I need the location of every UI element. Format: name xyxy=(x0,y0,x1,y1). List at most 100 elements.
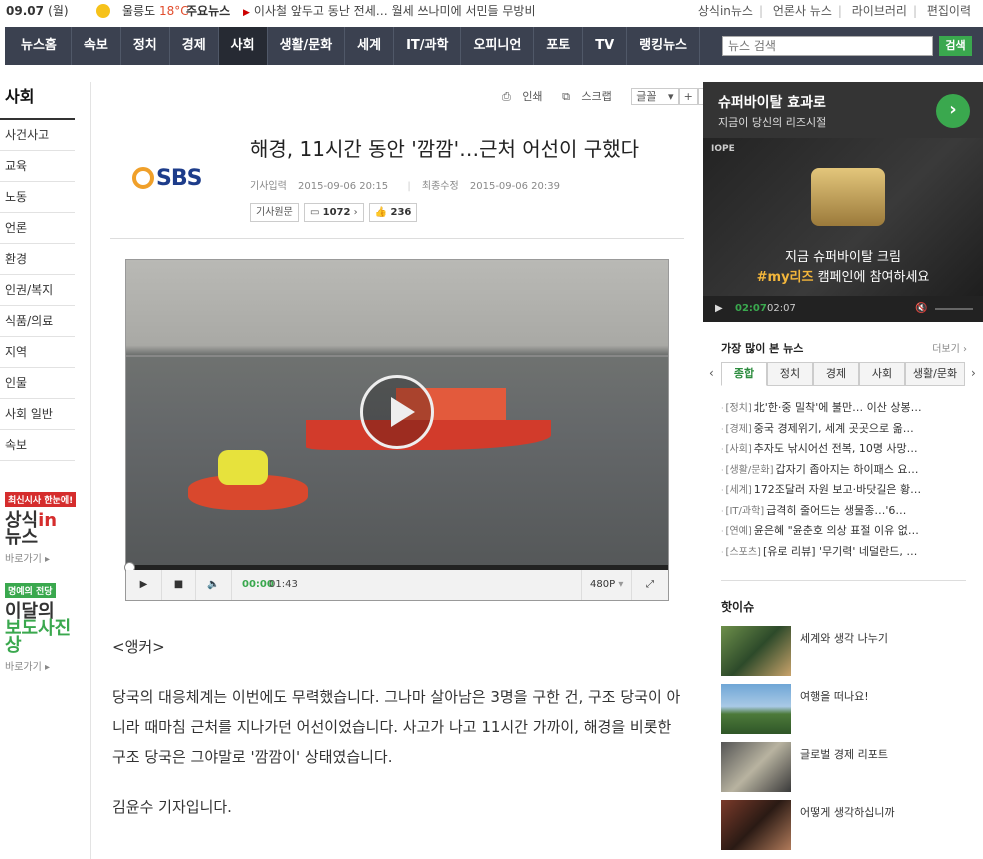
horizon xyxy=(126,355,668,357)
ad-mute-icon[interactable]: 🔇 xyxy=(915,296,927,322)
left-item-human-rights[interactable]: 인권/복지 xyxy=(0,275,75,306)
nav-economy[interactable]: 경제 xyxy=(170,27,219,65)
scrap-button[interactable]: ⧉ 스크랩 xyxy=(562,90,620,103)
list-item[interactable]: · [사회] 추자도 낚시어선 전복, 10명 사망… xyxy=(703,439,983,460)
right-column: 슈퍼바이탈 효과로 지금이 당신의 리즈시절 › IOPE 지금 슈퍼바이탈 크… xyxy=(703,82,983,850)
ad-current-time: 02:07 xyxy=(735,303,767,314)
left-item-press[interactable]: 언론 xyxy=(0,213,75,244)
hot-issue-item[interactable]: 여행을 떠나요! xyxy=(721,684,981,734)
play-overlay-icon[interactable] xyxy=(360,375,434,449)
duration: 01:43 xyxy=(269,579,298,590)
top-bar: 09.07 (월) 울릉도 18°C 주요뉴스 ▶ 이사철 앞두고 동난 전세… … xyxy=(0,0,983,22)
tab-all[interactable]: 종합 xyxy=(721,362,767,386)
left-item-labor[interactable]: 노동 xyxy=(0,182,75,213)
tab-life-culture[interactable]: 생활/문화 xyxy=(905,362,965,386)
search-input[interactable] xyxy=(722,36,933,56)
divider xyxy=(90,82,91,859)
list-item[interactable]: · [IT/과학] 급격히 줄어드는 생물종…'6… xyxy=(703,501,983,522)
nav-world[interactable]: 세계 xyxy=(345,27,395,65)
ad-play-icon[interactable]: ▶ xyxy=(715,296,723,322)
left-item-food-medical[interactable]: 식품/의료 xyxy=(0,306,75,337)
weather-info[interactable]: 울릉도 18°C xyxy=(122,0,189,22)
volume-icon[interactable]: 🔈 xyxy=(196,570,232,600)
nav-it-science[interactable]: IT/과학 xyxy=(394,27,462,65)
quality-select[interactable]: 480P ▾ xyxy=(581,570,631,600)
video-player[interactable]: ▶ ■ 🔈 00:00 01:43 480P ▾ ⤢ xyxy=(124,259,669,601)
nav-tv[interactable]: TV xyxy=(583,27,628,65)
comment-button[interactable]: ▭ 1072 › xyxy=(304,203,364,222)
play-icon[interactable]: ▶ xyxy=(126,570,162,600)
left-item-incidents[interactable]: 사건사고 xyxy=(0,120,75,151)
left-item-education[interactable]: 교육 xyxy=(0,151,75,182)
most-viewed-more[interactable]: 더보기 › xyxy=(932,340,967,355)
sun-icon xyxy=(96,4,110,18)
hot-issue-thumbnail xyxy=(721,626,791,676)
left-promo: 최신시사 한눈에! 상식in 뉴스 바로가기 ▸ 명예의 전당 이달의 보도사진상 … xyxy=(5,488,85,673)
article-meta: 기사입력 2015-09-06 20:15 | 최종수정 2015-09-06 … xyxy=(250,181,560,192)
life-raft xyxy=(188,445,308,520)
most-viewed-tabs: ‹ 종합 정치 경제 사회 생활/문화 › xyxy=(703,362,983,386)
news-ticker[interactable]: ▶ 이사철 앞두고 동난 전세… 월세 쓰나미에 서민들 무방비 xyxy=(243,0,536,24)
ad-total-time: 02:07 xyxy=(767,303,796,314)
ad-volume-slider[interactable] xyxy=(935,308,973,310)
hot-issue-item[interactable]: 어떻게 생각하십니까 xyxy=(721,800,981,850)
list-item[interactable]: · [스포츠] [유로 리뷰] '무기력' 네덜란드, … xyxy=(703,542,983,563)
nav-ranking[interactable]: 랭킹뉴스 xyxy=(627,27,701,65)
article-tools: ⎙ 인쇄 ⧉ 스크랩 글꼴 ▾+- xyxy=(502,88,712,105)
font-button[interactable]: 글꼴 ▾ xyxy=(631,88,679,105)
chevron-right-icon[interactable]: › xyxy=(936,94,970,128)
right-divider xyxy=(721,580,966,581)
left-item-society-general[interactable]: 사회 일반 xyxy=(0,399,75,430)
tab-society[interactable]: 사회 xyxy=(859,362,905,386)
left-item-region[interactable]: 지역 xyxy=(0,337,75,368)
most-viewed-list: · [정치] 北'한·중 밀착'에 불만… 이산 상봉… · [경제] 중국 경제위기,… xyxy=(703,398,983,562)
press-logo[interactable]: SBS xyxy=(132,166,202,191)
left-item-breaking[interactable]: 속보 xyxy=(0,430,75,461)
link-library[interactable]: 라이브러리 xyxy=(852,4,907,18)
tab-economy[interactable]: 경제 xyxy=(813,362,859,386)
nav-politics[interactable]: 정치 xyxy=(121,27,170,65)
modified-time: 2015-09-06 20:39 xyxy=(469,181,560,192)
anchor-label: <앵커> xyxy=(112,638,165,656)
hot-issue-item[interactable]: 글로벌 경제 리포트 xyxy=(721,742,981,792)
link-edit-history[interactable]: 편집이력 xyxy=(927,4,971,18)
nav-opinion[interactable]: 오피니언 xyxy=(461,27,535,65)
list-item[interactable]: · [연예] 윤은혜 "윤춘호 의상 표절 이유 없… xyxy=(703,521,983,542)
cream-jar-image xyxy=(811,168,885,226)
photo-award-banner[interactable]: 이달의 보도사진상 xyxy=(5,603,85,655)
original-article-button[interactable]: 기사원문 xyxy=(250,203,299,222)
left-item-environment[interactable]: 환경 xyxy=(0,244,75,275)
list-item[interactable]: · [생활/문화] 갑자기 좁아지는 하이패스 요… xyxy=(703,460,983,481)
list-item[interactable]: · [세계] 172조달러 자원 보고·바닷길은 황… xyxy=(703,480,983,501)
video-screen[interactable] xyxy=(126,260,668,565)
nav-photo[interactable]: 포토 xyxy=(534,27,584,65)
print-button[interactable]: ⎙ 인쇄 xyxy=(502,90,551,103)
left-item-people[interactable]: 인물 xyxy=(0,368,75,399)
list-item[interactable]: · [경제] 중국 경제위기, 세계 곳곳으로 옮… xyxy=(703,419,983,440)
header-divider xyxy=(110,238,684,239)
promo-more-link-2[interactable]: 바로가기 ▸ xyxy=(5,658,85,673)
article-paragraph: 당국의 대응체계는 이번에도 무력했습니다. 그나마 살아남은 3명을 구한 건… xyxy=(112,688,681,766)
stop-icon[interactable]: ■ xyxy=(162,570,196,600)
hot-issue-heading: 핫이슈 xyxy=(721,600,755,614)
tab-next-icon[interactable]: › xyxy=(971,366,976,380)
promo-more-link[interactable]: 바로가기 ▸ xyxy=(5,550,85,565)
nav-breaking[interactable]: 속보 xyxy=(72,27,121,65)
article-actions: 기사원문 ▭ 1072 › 👍 236 xyxy=(250,203,419,222)
tab-politics[interactable]: 정치 xyxy=(767,362,813,386)
fullscreen-icon[interactable]: ⤢ xyxy=(631,570,668,600)
nav-life-culture[interactable]: 생활/문화 xyxy=(268,27,346,65)
ad-brand: IOPE xyxy=(711,144,735,154)
font-plus-button[interactable]: + xyxy=(678,88,698,105)
like-button[interactable]: 👍 236 xyxy=(368,203,418,222)
hot-issue-item[interactable]: 세계와 생각 나누기 xyxy=(721,626,981,676)
ad-banner[interactable]: 슈퍼바이탈 효과로 지금이 당신의 리즈시절 › IOPE 지금 슈퍼바이탈 크… xyxy=(703,82,983,322)
link-sangsik-news[interactable]: 상식in뉴스 xyxy=(698,4,753,18)
list-item[interactable]: · [정치] 北'한·중 밀착'에 불만… 이산 상봉… xyxy=(703,398,983,419)
search-button[interactable]: 검색 xyxy=(939,36,972,56)
link-press-news[interactable]: 언론사 뉴스 xyxy=(773,4,832,18)
tab-prev-icon[interactable]: ‹ xyxy=(709,366,714,380)
nav-news-home[interactable]: 뉴스홈 xyxy=(5,27,72,65)
sangsik-news-banner[interactable]: 상식in 뉴스 xyxy=(5,512,85,547)
nav-society[interactable]: 사회 xyxy=(218,27,268,65)
